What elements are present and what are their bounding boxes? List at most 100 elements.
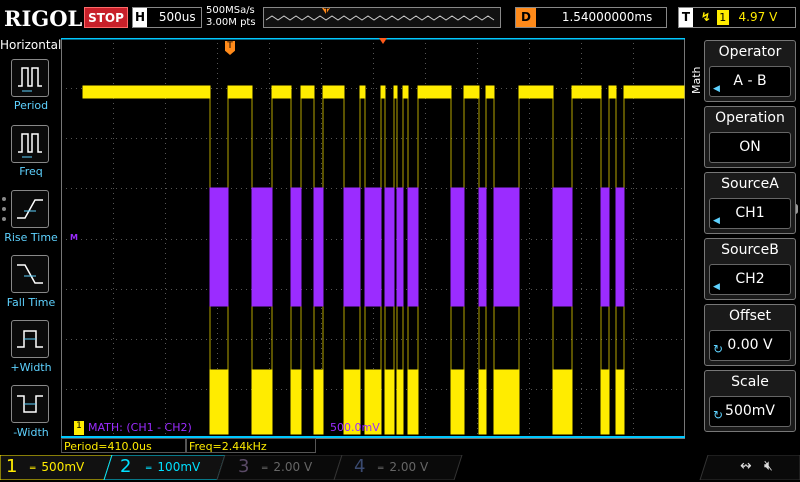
- fall-time-label: Fall Time: [6, 296, 56, 309]
- math-burst: [450, 187, 465, 307]
- math-burst: [615, 187, 625, 307]
- trigger-level: 4.97 V: [738, 10, 778, 24]
- ch1-high-segment: [359, 85, 366, 99]
- math-label: MATH: (CH1 - CH2): [88, 421, 192, 434]
- offset-menu[interactable]: Offset ↻ 0.00 V: [704, 304, 796, 366]
- offset-value[interactable]: ↻ 0.00 V: [709, 330, 791, 361]
- source-b-menu[interactable]: SourceB ◀ CH2: [704, 238, 796, 300]
- horizontal-menu-title: Horizontal: [0, 38, 62, 52]
- select-arrow-icon: ◀: [713, 216, 720, 226]
- neg-width-icon: [17, 395, 43, 413]
- acquisition-info: 500MSa/s 3.00M pts: [206, 5, 256, 29]
- rigol-logo: RIGOL: [4, 6, 83, 31]
- source-b-value[interactable]: ◀ CH2: [709, 264, 791, 295]
- ch3-scale[interactable]: ═ 2.00 V: [262, 455, 312, 480]
- fall-time-button[interactable]: [11, 255, 49, 293]
- ch1-high-segment: [623, 85, 685, 99]
- trigger-label: T: [679, 8, 693, 27]
- rotary-knob-icon: ↻: [713, 342, 724, 356]
- neg-width-button[interactable]: [11, 385, 49, 423]
- ch1-high-segment: [82, 85, 211, 99]
- ch1-low-burst: [450, 369, 465, 435]
- usb-icon: ↭: [740, 458, 752, 474]
- ch1-low-burst: [493, 369, 520, 435]
- scale-menu[interactable]: Scale ↻ 500mV: [704, 370, 796, 432]
- ch1-high-segment: [417, 85, 452, 99]
- ch4-scale[interactable]: ═ 2.00 V: [378, 455, 428, 480]
- dc-coupling-icon: ═: [262, 464, 268, 474]
- run-stop-button[interactable]: STOP: [84, 7, 128, 28]
- ch1-low-burst: [615, 369, 625, 435]
- operation-value[interactable]: ON: [709, 132, 791, 163]
- math-burst: [407, 187, 419, 307]
- trigger-source: 1: [716, 10, 729, 25]
- offset-title: Offset: [728, 308, 772, 324]
- rise-time-icon: [17, 199, 43, 219]
- period-label: Period: [13, 99, 49, 112]
- ch1-high-segment: [227, 85, 253, 99]
- timebase-display[interactable]: H 500us: [132, 7, 202, 28]
- timebase-label: H: [133, 8, 147, 27]
- neg-width-label: -Width: [13, 426, 49, 439]
- period-button[interactable]: [11, 59, 49, 97]
- pos-width-icon: [17, 330, 43, 348]
- scale-title: Scale: [731, 374, 769, 390]
- fall-time-icon: [17, 264, 43, 284]
- math-burst: [384, 187, 395, 307]
- period-icon: [18, 67, 42, 92]
- math-burst: [290, 187, 302, 307]
- waveform-overview[interactable]: T: [263, 7, 501, 28]
- trigger-time-marker-icon: [379, 38, 387, 44]
- ch1-low-burst: [407, 369, 419, 435]
- ch1-low-burst: [384, 369, 395, 435]
- math-burst: [552, 187, 573, 307]
- ch1-high-segment: [485, 85, 495, 99]
- timebase-value: 500us: [158, 10, 196, 24]
- ch1-high-segment: [571, 85, 602, 99]
- ch1-number[interactable]: 1: [6, 453, 17, 480]
- ch1-scale[interactable]: ═ 500mV: [30, 455, 84, 480]
- trigger-position-marker: T: [324, 7, 329, 16]
- ch1-low-burst: [396, 369, 404, 435]
- rise-time-label: Rise Time: [4, 231, 58, 244]
- operator-value[interactable]: ◀ A - B: [709, 66, 791, 97]
- ch3-number[interactable]: 3: [238, 453, 249, 480]
- freq-button[interactable]: [11, 125, 49, 163]
- math-waveform: [209, 187, 625, 307]
- source-a-value[interactable]: ◀ CH1: [709, 198, 791, 229]
- waveform-graticule[interactable]: [61, 38, 685, 439]
- ch1-high-segment: [463, 85, 480, 99]
- operator-menu[interactable]: Operator ◀ A - B: [704, 40, 796, 102]
- ch1-low-burst: [478, 369, 487, 435]
- ch2-number[interactable]: 2: [120, 453, 131, 480]
- ch1-low-burst: [251, 369, 273, 435]
- math-tab[interactable]: Math: [690, 66, 703, 94]
- ch1-waveform: [82, 85, 685, 435]
- overview-wave-icon: [265, 8, 495, 21]
- ch4-number[interactable]: 4: [354, 453, 365, 480]
- math-burst: [493, 187, 520, 307]
- speaker-muted-icon[interactable]: 🔇︎: [764, 458, 773, 474]
- pos-width-button[interactable]: [11, 320, 49, 358]
- math-offset-marker[interactable]: M: [70, 233, 84, 243]
- trigger-display[interactable]: T ↯ 1 4.97 V: [678, 7, 796, 28]
- ch2-scale[interactable]: ═ 100mV: [146, 455, 200, 480]
- scale-value[interactable]: ↻ 500mV: [709, 396, 791, 427]
- operation-menu[interactable]: Operation ON: [704, 106, 796, 168]
- delay-value: 1.54000000ms: [561, 10, 653, 24]
- ch1-high-segment: [322, 85, 345, 99]
- sample-rate: 500MSa/s: [206, 5, 255, 16]
- freq-icon: [18, 133, 42, 158]
- operation-title: Operation: [715, 110, 785, 126]
- delay-display[interactable]: D 1.54000000ms: [515, 7, 667, 28]
- memory-depth: 3.00M pts: [206, 17, 256, 28]
- rise-time-button[interactable]: [11, 190, 49, 228]
- ch1-high-segment: [271, 85, 292, 99]
- ch1-low-burst: [290, 369, 302, 435]
- math-burst: [313, 187, 324, 307]
- ch1-offset-marker[interactable]: 1: [74, 421, 84, 435]
- source-a-menu[interactable]: SourceA ◀ CH1: [704, 172, 796, 234]
- menu-page-dots: [2, 197, 7, 227]
- pos-width-label: +Width: [10, 361, 52, 374]
- math-burst: [396, 187, 404, 307]
